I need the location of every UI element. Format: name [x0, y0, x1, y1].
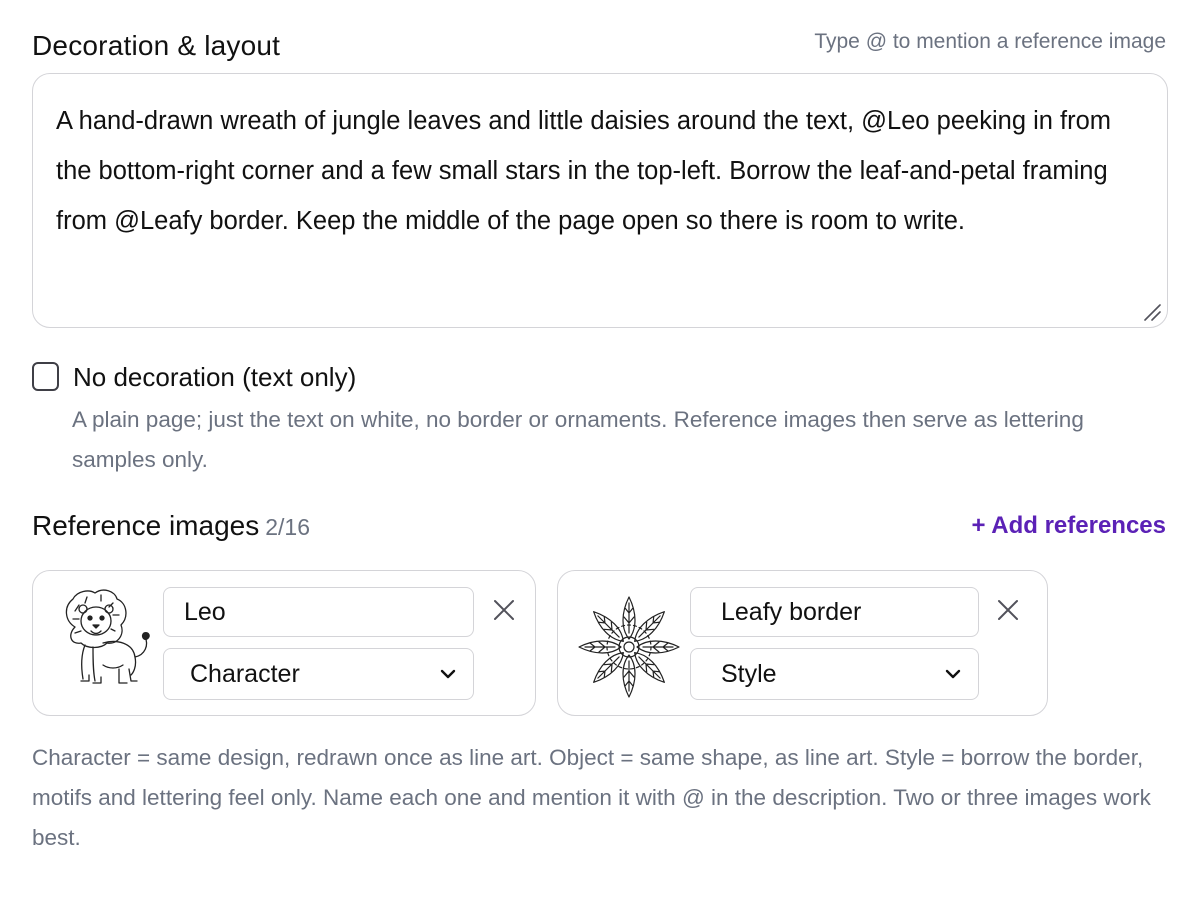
decoration-header: Decoration & layout Type @ to mention a …	[32, 28, 1168, 68]
references-count: 2/16	[265, 514, 310, 540]
reference-type-value: Character	[190, 660, 300, 688]
reference-card: Leo Character	[32, 570, 536, 716]
description-text[interactable]: A hand-drawn wreath of jungle leaves and…	[56, 96, 1146, 246]
reference-name-input[interactable]: Leo	[163, 587, 474, 637]
references-header: Reference images 2/16 + Add references	[32, 508, 1166, 548]
add-references-button[interactable]: + Add references	[971, 512, 1166, 540]
description-textarea[interactable]: A hand-drawn wreath of jungle leaves and…	[32, 73, 1168, 328]
references-title-wrap: Reference images 2/16	[32, 510, 310, 542]
chevron-down-icon	[440, 669, 456, 679]
reference-card: Leafy border Style	[557, 570, 1048, 716]
reference-name-input[interactable]: Leafy border	[690, 587, 979, 637]
mention-hint: Type @ to mention a reference image	[814, 30, 1166, 53]
reference-type-select[interactable]: Style	[690, 648, 979, 700]
references-title: Reference images	[32, 510, 260, 541]
close-icon[interactable]	[995, 597, 1021, 623]
no-decoration-help: A plain page; just the text on white, no…	[72, 407, 1084, 472]
reference-type-select[interactable]: Character	[163, 648, 474, 700]
no-decoration-checkbox[interactable]	[32, 362, 59, 391]
lion-line-art-icon	[65, 589, 150, 684]
no-decoration-label[interactable]: No decoration (text only)	[73, 362, 356, 393]
references-help: Character = same design, redrawn once as…	[32, 745, 1151, 850]
reference-type-value: Style	[721, 660, 777, 688]
decoration-title: Decoration & layout	[32, 30, 281, 61]
resize-handle-icon[interactable]	[1143, 303, 1161, 321]
close-icon[interactable]	[491, 597, 517, 623]
chevron-down-icon	[945, 669, 961, 679]
mandala-line-art-icon	[578, 596, 680, 698]
